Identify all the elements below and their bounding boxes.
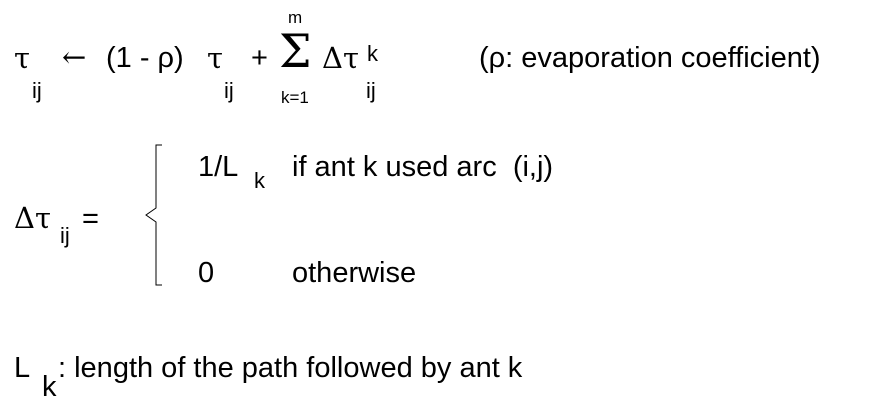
summation-symbol: Σ bbox=[279, 24, 312, 78]
case2-value: 0 bbox=[198, 257, 215, 289]
length-subscript: k bbox=[42, 371, 57, 403]
delta-tau-superscript: k bbox=[367, 41, 378, 66]
equals-sign: = bbox=[82, 203, 99, 235]
case2-condition: otherwise bbox=[292, 257, 417, 289]
left-arrow: ← bbox=[62, 40, 87, 74]
tau-symbol-2: τ bbox=[207, 41, 224, 75]
tau-subscript-2: ij bbox=[224, 78, 234, 103]
length-symbol: L bbox=[14, 352, 31, 384]
length-definition-text: : length of the path followed by ant k bbox=[58, 352, 523, 384]
case1-value: 1/L bbox=[198, 151, 239, 183]
delta-tau-lhs-subscript: ij bbox=[60, 223, 70, 248]
tau-symbol: τ bbox=[14, 41, 31, 75]
case1-condition: if ant k used arc (i,j) bbox=[292, 151, 554, 183]
plus-sign: + bbox=[251, 42, 268, 74]
sum-lower-limit: k=1 bbox=[281, 88, 309, 107]
tau-subscript: ij bbox=[32, 78, 42, 103]
left-brace bbox=[145, 144, 162, 286]
evaporation-note: (ρ: evaporation coefficient) bbox=[479, 42, 821, 74]
evaporation-factor: (1 - ρ) bbox=[106, 42, 184, 74]
delta-tau-symbol: Δτ bbox=[322, 41, 359, 75]
case1-subscript: k bbox=[254, 168, 265, 193]
delta-tau-subscript: ij bbox=[366, 78, 376, 103]
delta-tau-lhs: Δτ bbox=[14, 201, 51, 235]
